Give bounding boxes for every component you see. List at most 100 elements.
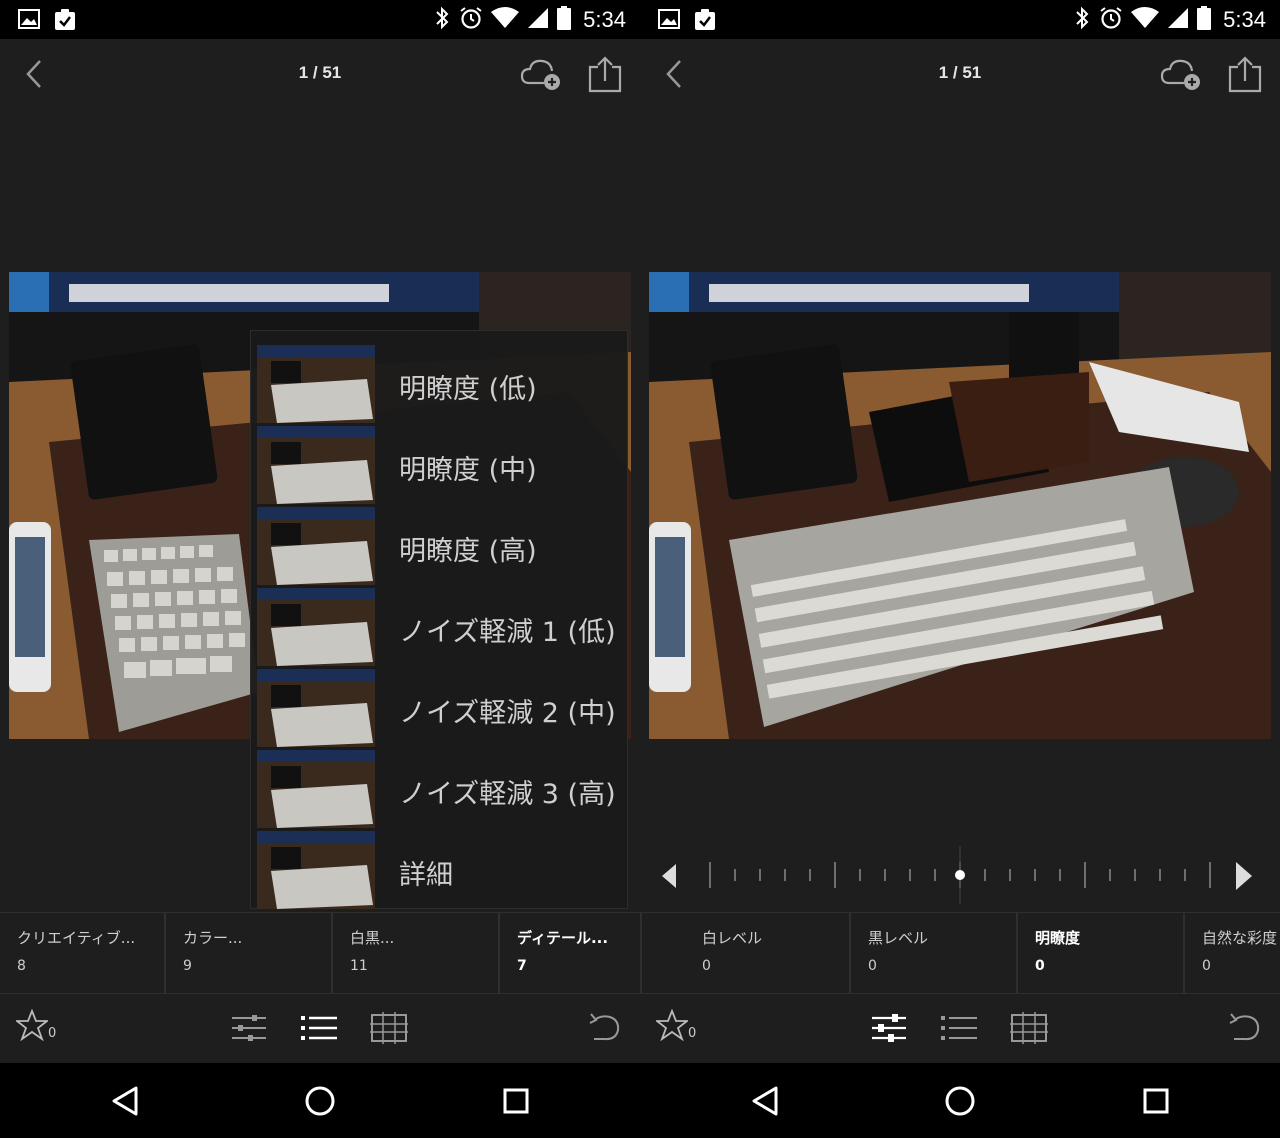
- tab-count: 7: [517, 958, 527, 974]
- menu-item-label: 明瞭度 (低): [399, 374, 537, 405]
- rating-count: 0: [48, 1026, 57, 1041]
- menu-item-noise-1[interactable]: ノイズ軽減 1 (低): [251, 574, 627, 666]
- list-icon: [941, 1016, 977, 1040]
- preset-category-tabs: クリエイティブ... 8 カラー... 9 白黒... 11 ディテール... …: [0, 912, 640, 994]
- menu-item-clarity-high[interactable]: 明瞭度 (高): [251, 493, 627, 585]
- tab-detail[interactable]: ディテール... 7: [500, 913, 640, 993]
- tab-value: 0: [1035, 958, 1045, 974]
- nav-back-button[interactable]: [746, 1081, 786, 1121]
- tab-count: 11: [350, 958, 368, 974]
- tab-count: 9: [183, 958, 192, 974]
- adjustment-slider[interactable]: [640, 840, 1280, 910]
- slider-decrease-icon: [662, 864, 676, 888]
- image-icon: [18, 9, 40, 35]
- nav-recents-button[interactable]: [496, 1081, 536, 1121]
- tab-whites[interactable]: 白レベル 0: [640, 913, 851, 993]
- menu-item-clarity-mid[interactable]: 明瞭度 (中): [251, 412, 627, 504]
- signal-icon: [527, 7, 549, 33]
- nav-recents-button[interactable]: [1136, 1081, 1176, 1121]
- tab-vibrance[interactable]: 自然な彩度 0: [1185, 913, 1280, 993]
- crop-button[interactable]: [370, 1011, 408, 1049]
- cloud-add-button[interactable]: [1160, 57, 1204, 93]
- tab-value: 0: [868, 958, 877, 974]
- android-nav-bar: [640, 1063, 1280, 1138]
- photo-preview[interactable]: [649, 272, 1271, 739]
- clipboard-check-icon: [694, 9, 716, 35]
- menu-item-detail[interactable]: 詳細: [251, 817, 627, 909]
- bottom-toolbar: 0: [640, 993, 1280, 1063]
- share-icon: [1228, 56, 1262, 93]
- wifi-icon: [491, 7, 520, 33]
- tab-label: 自然な彩度: [1202, 929, 1278, 947]
- left-screen: 5:34 1 / 51 明瞭度 (低) 明瞭度 (中) 明瞭度 (高) ノイズ軽…: [0, 0, 640, 1138]
- status-bar: 5:34: [640, 0, 1280, 39]
- undo-button[interactable]: [1228, 1011, 1262, 1047]
- tab-blacks[interactable]: 黒レベル 0: [851, 913, 1018, 993]
- nav-back-button[interactable]: [106, 1081, 146, 1121]
- slider-increase-icon: [1236, 862, 1252, 890]
- sliders-icon: [872, 1014, 906, 1042]
- tab-color[interactable]: カラー... 9: [166, 913, 333, 993]
- crop-button[interactable]: [1010, 1011, 1048, 1049]
- tab-label: 黒レベル: [868, 929, 929, 947]
- tab-creative[interactable]: クリエイティブ... 8: [0, 913, 166, 993]
- tab-bw[interactable]: 白黒... 11: [333, 913, 500, 993]
- rating-button[interactable]: [654, 1008, 690, 1045]
- share-button[interactable]: [585, 55, 625, 95]
- wifi-icon: [1131, 7, 1160, 33]
- android-nav-bar: [0, 1063, 640, 1138]
- rating-button[interactable]: [14, 1008, 50, 1045]
- nav-home-button[interactable]: [940, 1081, 980, 1121]
- crop-grid-icon: [1010, 1012, 1048, 1044]
- tab-label: カラー...: [183, 929, 243, 947]
- battery-icon: [1197, 6, 1212, 34]
- menu-item-label: 明瞭度 (高): [399, 536, 537, 567]
- menu-item-noise-2[interactable]: ノイズ軽減 2 (中): [251, 655, 627, 747]
- undo-button[interactable]: [588, 1011, 622, 1047]
- bluetooth-icon: [1073, 6, 1091, 34]
- square-recents-icon: [503, 1088, 529, 1114]
- share-icon: [588, 56, 622, 93]
- share-button[interactable]: [1225, 55, 1265, 95]
- tab-label: クリエイティブ...: [17, 929, 136, 947]
- menu-item-clarity-low[interactable]: 明瞭度 (低): [251, 331, 627, 423]
- square-recents-icon: [1143, 1088, 1169, 1114]
- adjustment-tabs: 白レベル 0 黒レベル 0 明瞭度 0 自然な彩度 0: [640, 912, 1280, 994]
- triangle-back-icon: [752, 1086, 778, 1116]
- clock-time: 5:34: [583, 7, 626, 32]
- menu-item-label: 詳細: [399, 860, 453, 891]
- slider-thumb: [955, 870, 965, 880]
- sliders-icon: [232, 1015, 266, 1041]
- clock-time: 5:34: [1223, 7, 1266, 32]
- bottom-toolbar: 0: [0, 993, 640, 1063]
- tab-label: 白レベル: [702, 929, 763, 947]
- cloud-add-button[interactable]: [520, 57, 564, 93]
- adjust-button[interactable]: [230, 1013, 268, 1047]
- signal-icon: [1167, 7, 1189, 33]
- alarm-icon: [459, 6, 483, 34]
- triangle-back-icon: [112, 1086, 138, 1116]
- circle-home-icon: [305, 1086, 335, 1116]
- tab-count: 8: [17, 958, 26, 974]
- image-icon: [658, 9, 680, 35]
- menu-thumbnail: [257, 831, 375, 909]
- right-screen: 5:34 1 / 51 白レベル 0 黒レベル 0 明瞭度 0 自然な彩度 0 …: [640, 0, 1280, 1138]
- menu-item-noise-3[interactable]: ノイズ軽減 3 (高): [251, 736, 627, 828]
- tab-label: 白黒...: [350, 929, 395, 947]
- status-bar: 5:34: [0, 0, 640, 39]
- tab-clarity[interactable]: 明瞭度 0: [1018, 913, 1185, 993]
- photo-image: [649, 272, 1271, 739]
- menu-item-label: ノイズ軽減 3 (高): [399, 779, 616, 810]
- slider-track: [662, 846, 1252, 904]
- top-toolbar: 1 / 51: [640, 39, 1280, 109]
- nav-home-button[interactable]: [300, 1081, 340, 1121]
- cloud-add-icon: [520, 59, 560, 90]
- tab-value: 0: [702, 958, 711, 974]
- crop-grid-icon: [370, 1012, 408, 1044]
- adjust-button[interactable]: [870, 1013, 908, 1047]
- list-icon: [301, 1016, 337, 1040]
- presets-button[interactable]: [300, 1013, 338, 1047]
- preset-menu: 明瞭度 (低) 明瞭度 (中) 明瞭度 (高) ノイズ軽減 1 (低) ノイズ軽…: [250, 330, 628, 909]
- presets-button[interactable]: [940, 1013, 978, 1047]
- rating-count: 0: [688, 1026, 697, 1041]
